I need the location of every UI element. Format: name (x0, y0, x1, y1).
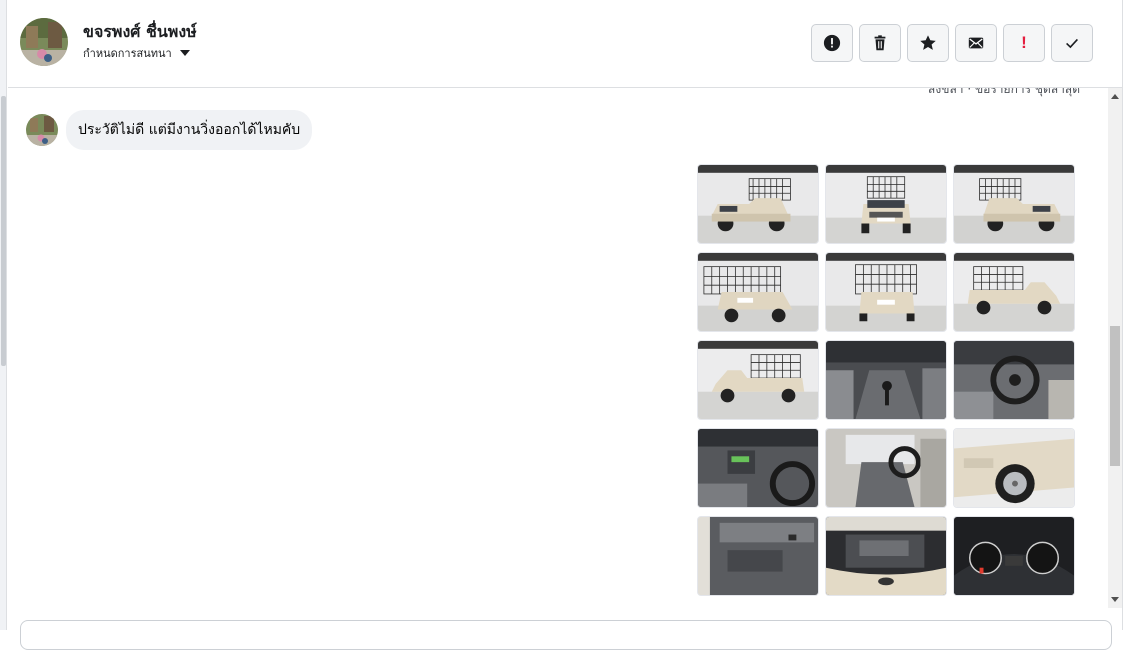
photo-13[interactable] (697, 516, 819, 596)
truck-photo-image (698, 253, 818, 331)
photo-2[interactable] (825, 164, 947, 244)
photo-3[interactable] (953, 164, 1075, 244)
trash-icon (874, 35, 886, 51)
photo-15[interactable] (953, 516, 1075, 596)
scrollbar-thumb[interactable] (1110, 326, 1120, 466)
incoming-message-row: ประวัติไม่ดี แต่มีงานวิ่งออกได้ไหมคับ (26, 110, 313, 150)
alert-circle-icon (823, 34, 841, 52)
checkmark-icon (1066, 38, 1078, 49)
photo-12[interactable] (953, 428, 1075, 508)
thread-scrollbar[interactable] (1108, 88, 1122, 608)
left-scrollbar-thumb[interactable] (1, 96, 6, 366)
truck-photo-image (698, 429, 818, 507)
sender-avatar[interactable] (26, 114, 58, 146)
photo-7[interactable] (697, 340, 819, 420)
truck-photo-image (826, 341, 946, 419)
truck-photo-image (826, 253, 946, 331)
conversation-header: ขจรพงศ์ ชื่นพงษ์ กำหนดการสนทนา ! (8, 0, 1122, 88)
truck-photo-image (954, 165, 1074, 243)
conversation-options[interactable]: กำหนดการสนทนา (83, 44, 190, 62)
photo-10[interactable] (697, 428, 819, 508)
photo-attachment-grid (697, 164, 1075, 596)
envelope-icon (968, 37, 984, 49)
contact-name[interactable]: ขจรพงศ์ ชื่นพงษ์ (83, 20, 197, 45)
truck-photo-image (954, 253, 1074, 331)
scroll-up-arrow-icon[interactable] (1111, 94, 1119, 99)
report-button[interactable] (811, 24, 853, 62)
photo-1[interactable] (697, 164, 819, 244)
photo-9[interactable] (953, 340, 1075, 420)
truck-photo-image (698, 165, 818, 243)
truck-photo-image (698, 517, 818, 595)
truncated-previous-message: สงขลา · ขอรายการ ชุดล่าสุด (928, 88, 1080, 96)
conversation-options-label: กำหนดการสนทนา (83, 47, 172, 60)
truck-photo-image (826, 517, 946, 595)
star-button[interactable] (907, 24, 949, 62)
truck-photo-image (954, 341, 1074, 419)
photo-11[interactable] (825, 428, 947, 508)
photo-4[interactable] (697, 252, 819, 332)
mark-unread-button[interactable] (955, 24, 997, 62)
message-thread: สงขลา · ขอรายการ ชุดล่าสุด ประวัติไม่ดี … (8, 88, 1108, 608)
truck-photo-image (954, 429, 1074, 507)
right-panel-edge (1122, 0, 1137, 630)
truck-photo-image (826, 429, 946, 507)
truck-photo-image (698, 341, 818, 419)
done-button[interactable] (1051, 24, 1093, 62)
photo-5[interactable] (825, 252, 947, 332)
photo-6[interactable] (953, 252, 1075, 332)
delete-button[interactable] (859, 24, 901, 62)
truck-photo-image (826, 165, 946, 243)
important-button[interactable]: ! (1003, 24, 1045, 62)
header-actions: ! (811, 24, 1093, 62)
contact-avatar[interactable] (20, 18, 68, 66)
message-bubble[interactable]: ประวัติไม่ดี แต่มีงานวิ่งออกได้ไหมคับ (66, 110, 313, 150)
exclamation-icon: ! (1021, 33, 1027, 52)
truck-photo-image (954, 517, 1074, 595)
left-panel-edge (0, 0, 7, 630)
photo-14[interactable] (825, 516, 947, 596)
photo-8[interactable] (825, 340, 947, 420)
caret-down-icon (179, 50, 190, 56)
star-icon (920, 35, 936, 50)
scroll-down-arrow-icon[interactable] (1111, 597, 1119, 602)
message-composer[interactable] (20, 620, 1112, 650)
